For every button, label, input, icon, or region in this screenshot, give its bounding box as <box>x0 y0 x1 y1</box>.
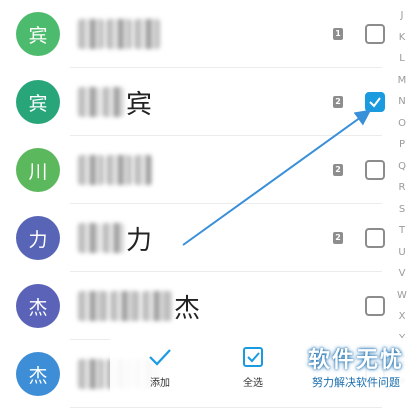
index-letter[interactable]: L <box>393 53 411 64</box>
index-letter[interactable]: N <box>393 96 411 107</box>
select-all-icon <box>243 347 263 367</box>
check-icon <box>149 349 171 366</box>
index-letter[interactable]: W <box>393 290 411 301</box>
index-letter[interactable]: O <box>393 118 411 129</box>
add-label: 添加 <box>150 378 170 389</box>
watermark: 软件无忧 努力解决软件问题 <box>296 342 416 390</box>
sim-card-icon: 2 <box>333 232 343 244</box>
index-letter[interactable]: Q <box>393 161 411 172</box>
checkmark-icon <box>369 97 381 108</box>
watermark-title: 软件无忧 <box>307 348 404 373</box>
contact-name <box>78 152 154 188</box>
index-letter[interactable]: M <box>393 75 411 86</box>
sim-card-icon: 1 <box>333 28 343 40</box>
index-letter[interactable]: T <box>393 225 411 236</box>
select-checkbox[interactable] <box>365 160 385 180</box>
contact-name-visible-char: 力 <box>126 225 153 256</box>
contact-name: 力 <box>78 220 152 256</box>
select-all-button[interactable]: 全选 <box>228 346 278 396</box>
redacted-text <box>102 223 124 253</box>
contact-name: 宾 <box>78 84 152 120</box>
select-all-label: 全选 <box>243 378 263 389</box>
redacted-text <box>78 291 108 321</box>
redacted-text <box>78 359 104 389</box>
contact-name <box>78 16 162 52</box>
contact-avatar: 宾 <box>16 80 60 124</box>
contact-row[interactable]: 川2 <box>0 136 392 204</box>
contact-row[interactable]: 杰杰 <box>0 272 392 340</box>
redacted-text <box>134 155 152 185</box>
select-checkbox[interactable] <box>365 296 385 316</box>
redacted-text <box>106 155 132 185</box>
contact-name-visible-char: 宾 <box>126 89 153 120</box>
redacted-text <box>110 291 140 321</box>
contact-name-visible-char: 杰 <box>174 293 201 324</box>
watermark-subtitle: 努力解决软件问题 <box>312 376 400 389</box>
index-letter[interactable]: K <box>393 32 411 43</box>
index-letter[interactable]: S <box>393 204 411 215</box>
select-checkbox[interactable] <box>365 228 385 248</box>
index-letter[interactable]: P <box>393 139 411 150</box>
redacted-text <box>106 19 132 49</box>
add-button[interactable]: 添加 <box>135 346 185 396</box>
redacted-text <box>102 87 124 117</box>
contact-row[interactable]: 宾1 <box>0 0 392 68</box>
contact-avatar: 杰 <box>16 284 60 328</box>
contact-avatar: 川 <box>16 148 60 192</box>
redacted-text <box>78 87 100 117</box>
redacted-text <box>78 155 104 185</box>
redacted-text <box>78 19 104 49</box>
redacted-text <box>142 291 172 321</box>
select-checkbox[interactable] <box>365 24 385 44</box>
contact-row[interactable]: 宾 宾 2 <box>0 68 392 136</box>
contact-avatar: 力 <box>16 216 60 260</box>
index-letter[interactable]: X <box>393 311 411 322</box>
sim-card-icon: 2 <box>333 164 343 176</box>
index-letter[interactable]: J <box>393 10 411 21</box>
select-checkbox[interactable] <box>365 92 385 112</box>
index-letter[interactable]: U <box>393 247 411 258</box>
index-letter[interactable]: R <box>393 182 411 193</box>
index-letter[interactable]: V <box>393 268 411 279</box>
contact-row[interactable]: 力 力 2 <box>0 204 392 272</box>
redacted-text <box>78 223 100 253</box>
contact-name: 杰 <box>78 288 200 324</box>
contact-avatar: 宾 <box>16 12 60 56</box>
sim-card-icon: 2 <box>333 96 343 108</box>
contact-avatar: 杰 <box>16 352 60 396</box>
redacted-text <box>134 19 160 49</box>
